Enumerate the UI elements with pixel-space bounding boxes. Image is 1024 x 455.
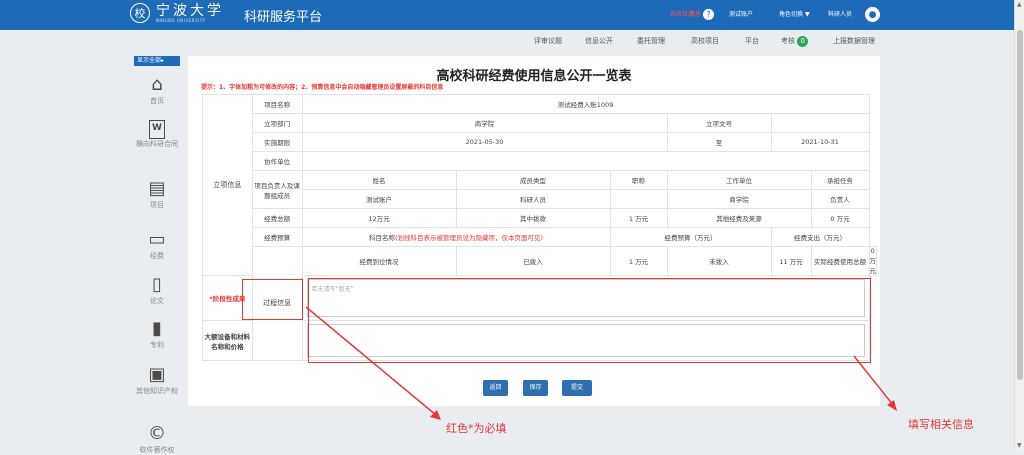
annotation-arrows [305, 306, 897, 420]
arrow-right-line [853, 355, 894, 406]
page-scrollbar[interactable]: ▲ ▼ [1014, 0, 1024, 452]
scroll-up-icon[interactable]: ▲ [1017, 1, 1022, 8]
fill-annotation: 填写相关信息 [908, 418, 974, 431]
scroll-thumb[interactable] [1017, 30, 1023, 380]
arrow-right-head [887, 400, 897, 411]
required-annotation: 红色*为必填 [446, 422, 507, 435]
scroll-down-icon[interactable]: ▼ [1017, 442, 1022, 449]
arrow-left-line [305, 306, 437, 416]
